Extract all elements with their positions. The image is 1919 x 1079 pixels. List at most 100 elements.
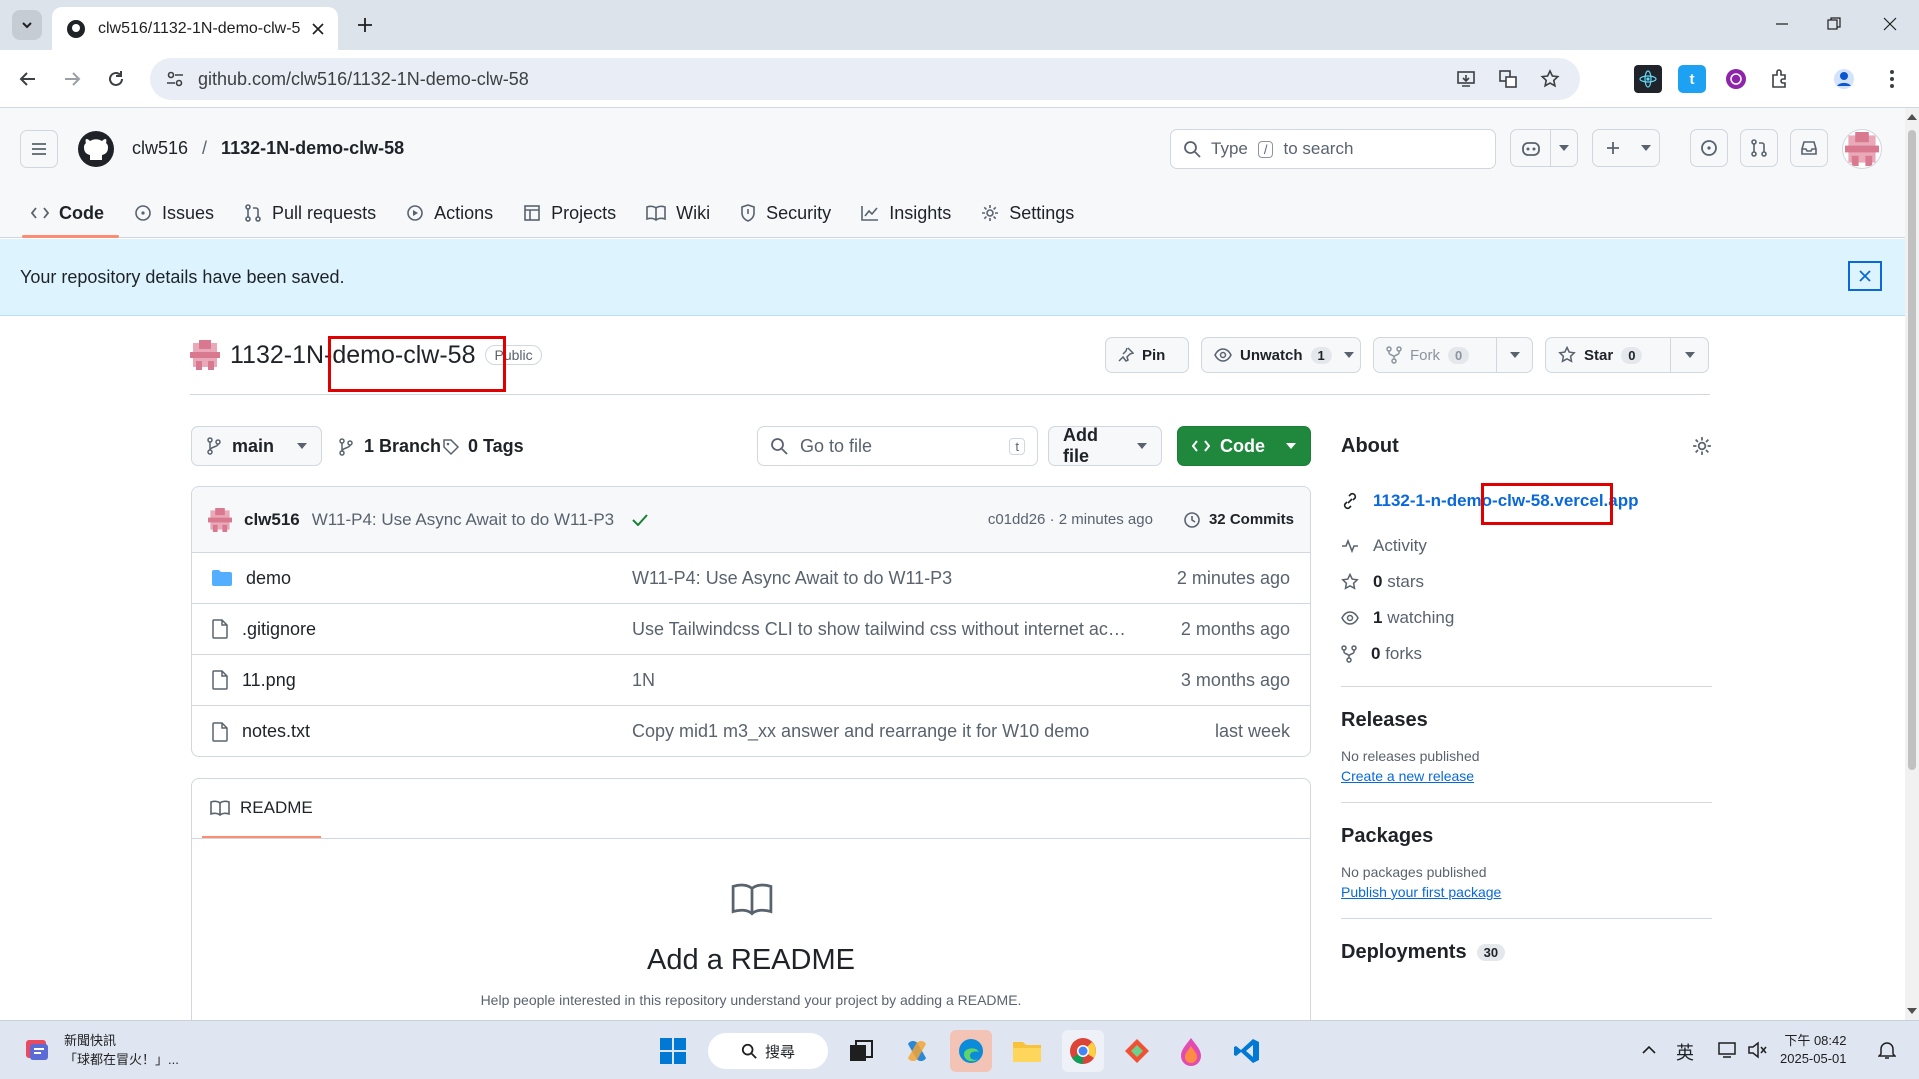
edge-app-icon[interactable]	[950, 1030, 992, 1072]
page-scrollbar[interactable]	[1905, 108, 1919, 1020]
deployments-heading[interactable]: Deployments	[1341, 941, 1467, 964]
close-tab-icon[interactable]	[312, 22, 324, 35]
forks-link[interactable]: 0 forks	[1341, 636, 1712, 672]
close-window-button[interactable]	[1868, 8, 1912, 40]
forward-button[interactable]	[56, 63, 88, 95]
file-name[interactable]: 11.png	[242, 670, 296, 691]
github-logo-icon[interactable]	[76, 129, 116, 169]
breadcrumb-owner[interactable]: clw516	[132, 138, 188, 159]
inbox-button[interactable]	[1790, 129, 1828, 167]
file-row[interactable]: 11.png 1N 3 months ago	[192, 655, 1310, 706]
restore-button[interactable]	[1812, 8, 1856, 40]
git-tool-app-icon[interactable]	[1116, 1030, 1158, 1072]
star-button[interactable]: Star 0	[1545, 337, 1709, 373]
task-view-icon[interactable]	[840, 1030, 882, 1072]
flash-close-button[interactable]	[1848, 261, 1882, 291]
system-clock[interactable]: 下午 08:42 2025-05-01	[1780, 1032, 1847, 1068]
file-commit-message[interactable]: 1N	[632, 670, 1160, 691]
file-name[interactable]: notes.txt	[242, 721, 310, 742]
back-button[interactable]	[12, 63, 44, 95]
vscode-app-icon[interactable]	[1226, 1030, 1268, 1072]
profile-icon[interactable]	[1830, 65, 1858, 93]
reload-button[interactable]	[100, 63, 132, 95]
file-name[interactable]: demo	[246, 568, 291, 589]
pin-button[interactable]: Pin	[1105, 337, 1189, 373]
notification-bell-icon[interactable]	[1876, 1039, 1898, 1061]
address-bar[interactable]: github.com/clw516/1132-1N-demo-clw-58	[150, 58, 1580, 100]
commit-author[interactable]: clw516	[244, 510, 300, 530]
file-commit-message[interactable]: W11-P4: Use Async Await to do W11-P3	[632, 568, 1160, 589]
install-app-icon[interactable]	[1452, 65, 1480, 93]
breadcrumb-repo[interactable]: 1132-1N-demo-clw-58	[221, 138, 404, 159]
react-devtools-extension-icon[interactable]	[1634, 65, 1662, 93]
gear-icon[interactable]	[1692, 436, 1712, 456]
activity-link[interactable]: Activity	[1341, 528, 1712, 564]
avatar[interactable]	[1842, 129, 1882, 169]
scrollbar-thumb[interactable]	[1908, 130, 1916, 770]
browser-menu-icon[interactable]	[1878, 65, 1906, 93]
minimize-button[interactable]	[1760, 8, 1804, 40]
translate-icon[interactable]	[1494, 65, 1522, 93]
copilot-button[interactable]	[1510, 129, 1578, 167]
copilot-app-icon[interactable]	[896, 1030, 938, 1072]
watchers-link[interactable]: 1 watching	[1341, 600, 1712, 636]
extensions-puzzle-icon[interactable]	[1766, 65, 1794, 93]
chevron-up-icon[interactable]	[1638, 1039, 1660, 1061]
scroll-down-icon[interactable]	[1905, 1004, 1919, 1018]
author-avatar[interactable]	[208, 507, 232, 532]
tab-code[interactable]: Code	[16, 188, 119, 238]
commit-meta[interactable]: c01dd26 · 2 minutes ago	[988, 511, 1153, 528]
bookmark-star-icon[interactable]	[1536, 65, 1564, 93]
tab-issues[interactable]: Issues	[119, 188, 229, 238]
purple-extension-icon[interactable]	[1722, 65, 1750, 93]
code-dropdown-button[interactable]: Code	[1177, 426, 1311, 466]
create-release-link[interactable]: Create a new release	[1341, 768, 1712, 784]
taskbar-search[interactable]: 搜尋	[708, 1033, 828, 1069]
file-row[interactable]: .gitignore Use Tailwindcss CLI to show t…	[192, 604, 1310, 655]
tab-insights[interactable]: Insights	[846, 188, 966, 238]
file-explorer-icon[interactable]	[1006, 1030, 1048, 1072]
readme-tab[interactable]: README	[202, 779, 321, 839]
paint-app-icon[interactable]	[1170, 1030, 1212, 1072]
tab-wiki[interactable]: Wiki	[631, 188, 725, 238]
chrome-app-icon[interactable]	[1062, 1030, 1104, 1072]
site-settings-icon[interactable]	[166, 70, 184, 88]
news-widget[interactable]: 新聞快訊 「球都在冒火！」...	[22, 1030, 179, 1068]
browser-tab[interactable]: clw516/1132-1N-demo-clw-58	[52, 7, 338, 50]
file-row[interactable]: notes.txt Copy mid1 m3_xx answer and rea…	[192, 706, 1310, 756]
scroll-up-icon[interactable]	[1905, 110, 1919, 124]
add-file-button[interactable]: Add file	[1048, 425, 1162, 466]
file-commit-message[interactable]: Use Tailwindcss CLI to show tailwind css…	[632, 619, 1160, 640]
check-icon[interactable]	[632, 513, 648, 526]
branches-link[interactable]: 1 Branch	[338, 436, 441, 457]
go-to-file-input[interactable]: Go to file t	[757, 426, 1038, 466]
new-tab-button[interactable]	[350, 10, 380, 40]
tags-link[interactable]: 0 Tags	[442, 436, 524, 457]
search-input[interactable]: Type / to search	[1170, 129, 1496, 169]
tab-actions[interactable]: Actions	[391, 188, 508, 238]
stars-link[interactable]: 0 stars	[1341, 564, 1712, 600]
global-menu-button[interactable]	[20, 130, 58, 168]
file-commit-message[interactable]: Copy mid1 m3_xx answer and rearrange it …	[632, 721, 1160, 742]
watch-button[interactable]: Unwatch 1	[1201, 337, 1361, 373]
owner-avatar[interactable]	[190, 340, 220, 370]
packages-heading[interactable]: Packages	[1341, 825, 1712, 848]
your-issues-button[interactable]	[1690, 129, 1728, 167]
commit-message[interactable]: W11-P4: Use Async Await to do W11-P3	[312, 510, 614, 530]
tab-pull-requests[interactable]: Pull requests	[229, 188, 391, 238]
publish-package-link[interactable]: Publish your first package	[1341, 884, 1712, 900]
start-button[interactable]	[652, 1030, 694, 1072]
tab-settings[interactable]: Settings	[966, 188, 1089, 238]
your-pull-requests-button[interactable]	[1740, 129, 1778, 167]
tab-projects[interactable]: Projects	[508, 188, 631, 238]
network-icon[interactable]	[1716, 1039, 1738, 1061]
file-row[interactable]: demo W11-P4: Use Async Await to do W11-P…	[192, 553, 1310, 604]
branch-select-button[interactable]: main	[191, 426, 322, 466]
volume-muted-icon[interactable]	[1746, 1039, 1768, 1061]
tab-search-button[interactable]	[12, 10, 42, 40]
fork-button[interactable]: Fork 0	[1373, 337, 1533, 373]
file-name[interactable]: .gitignore	[242, 619, 316, 640]
tab-security[interactable]: Security	[725, 188, 846, 238]
releases-heading[interactable]: Releases	[1341, 709, 1712, 732]
input-method-indicator[interactable]: 英	[1676, 1039, 1694, 1065]
